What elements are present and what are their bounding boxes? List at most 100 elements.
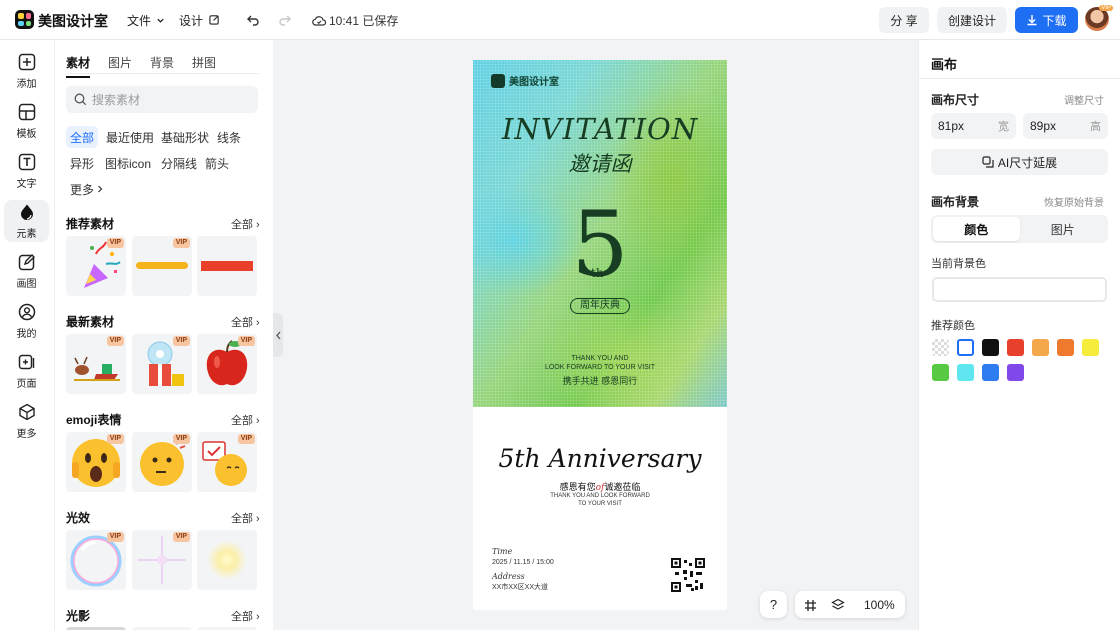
chevron-right-icon (98, 185, 103, 193)
material-emoji-chick-sign[interactable]: VIP (197, 432, 257, 492)
app-brand[interactable]: 美图设计室 (38, 11, 108, 31)
recommended-colors-label: 推荐颜色 (931, 320, 975, 332)
swatch-white[interactable] (957, 339, 974, 356)
chip-basic-shapes[interactable]: 基础形状 (157, 126, 213, 148)
poster-anniversary-en[interactable]: THANK YOU AND LOOK FORWARD TO YOUR VISIT (473, 492, 727, 508)
chip-dividers[interactable]: 分隔线 (157, 152, 201, 174)
poster-event-info[interactable]: Time 2025 / 11.15 / 15:00 Address XX市XX区… (492, 546, 554, 593)
material-red-bar[interactable] (197, 236, 257, 296)
material-snow-globe-gift[interactable]: VIP (132, 334, 192, 394)
rail-item-elements[interactable]: 元素 (4, 200, 49, 242)
material-party-popper[interactable]: VIP (66, 236, 126, 296)
poster-number-suffix[interactable]: th (591, 266, 604, 280)
chip-arrows[interactable]: 箭头 (201, 152, 233, 174)
swatch-green[interactable] (932, 364, 949, 381)
section-all-newest[interactable]: 全部 › (231, 314, 260, 330)
create-design-button[interactable]: 创建设计 (937, 7, 1007, 33)
rail-item-draw[interactable]: 画图 (4, 250, 49, 292)
poster-celebration-label[interactable]: 周年庆典 (570, 298, 630, 314)
poster-anniversary-title[interactable]: 5th Anniversary (473, 444, 727, 473)
chip-icons[interactable]: 图标icon (101, 152, 155, 174)
current-bg-color-field[interactable] (932, 277, 1107, 302)
swatch-blue[interactable] (982, 364, 999, 381)
swatch-transparent[interactable] (932, 339, 949, 356)
rail-item-mine[interactable]: 我的 (4, 300, 49, 342)
poster-thanks-en[interactable]: THANK YOU AND LOOK FORWARD TO YOUR VISIT (473, 354, 727, 372)
redo-button[interactable] (275, 10, 295, 30)
design-menu[interactable]: 设计 (179, 12, 220, 29)
rail-item-page[interactable]: 页面 (4, 350, 49, 392)
design-canvas[interactable]: 美图设计室 INVITATION 邀请函 5 th 周年庆典 THANK YOU… (473, 60, 727, 610)
material-panel: 素材 图片 背景 拼图 全部 最近使用 基础形状 线条 异形 图标icon 分隔… (55, 40, 273, 630)
rail-item-text[interactable]: 文字 (4, 150, 49, 192)
section-title-emoji: emoji表情 (66, 413, 122, 427)
canvas-size-label: 画布尺寸 (931, 93, 980, 107)
section-all-label: 全部 (231, 611, 253, 623)
tab-color[interactable]: 颜色 (933, 217, 1020, 241)
tab-collage[interactable]: 拼图 (192, 54, 216, 78)
rail-label: 页面 (16, 378, 37, 390)
tab-materials[interactable]: 素材 (66, 54, 91, 78)
chevron-left-icon (275, 331, 280, 339)
rail-item-more[interactable]: 更多 (4, 400, 49, 442)
poster-address-label: Address (492, 572, 525, 581)
material-red-apple[interactable]: VIP (197, 334, 257, 394)
search-box[interactable] (66, 86, 258, 113)
rail-item-add[interactable]: 添加 (4, 50, 49, 92)
chip-lines[interactable]: 线条 (213, 126, 245, 148)
restore-background-link[interactable]: 恢复原始背景 (1044, 194, 1104, 209)
vip-badge: VIP (106, 434, 124, 444)
zoom-level[interactable]: 100% (864, 598, 895, 612)
poster-thanks-cn[interactable]: 携手共进 感恩同行 (473, 374, 727, 387)
template-icon (18, 103, 35, 120)
chip-all[interactable]: 全部 (66, 126, 99, 148)
collapse-panel-button[interactable] (273, 313, 283, 357)
swatch-yellow[interactable] (1082, 339, 1099, 356)
section-all-light-shadow[interactable]: 全部 › (231, 608, 260, 624)
canvas-toolbar: 100% (795, 591, 905, 618)
material-glow[interactable] (197, 530, 257, 590)
width-field[interactable]: 81px 宽 (931, 113, 1016, 139)
poster-logo[interactable]: 美图设计室 (491, 73, 559, 88)
section-all-label: 全部 (231, 317, 253, 329)
grid-toggle-button[interactable] (800, 595, 820, 615)
material-yellow-stroke[interactable]: VIP (132, 236, 192, 296)
swatch-cyan[interactable] (957, 364, 974, 381)
poster-title-en[interactable]: INVITATION (473, 112, 727, 146)
chip-more[interactable]: 更多 (66, 178, 108, 200)
download-button[interactable]: 下载 (1015, 7, 1078, 33)
rail-item-template[interactable]: 模板 (4, 100, 49, 142)
layers-button[interactable] (828, 595, 848, 615)
section-all-light-effects[interactable]: 全部 › (231, 510, 260, 526)
chip-recent[interactable]: 最近使用 (102, 126, 158, 148)
chip-irregular[interactable]: 异形 (66, 152, 98, 174)
swatch-black[interactable] (982, 339, 999, 356)
height-field[interactable]: 89px 高 (1023, 113, 1108, 139)
material-bubble[interactable]: VIP (66, 530, 126, 590)
ai-resize-button[interactable]: AI尺寸延展 (931, 149, 1108, 175)
section-all-recommended[interactable]: 全部 › (231, 216, 260, 232)
material-sparkle[interactable]: VIP (132, 530, 192, 590)
help-button[interactable]: ? (760, 591, 787, 618)
material-reindeer-sleigh[interactable]: VIP (66, 334, 126, 394)
qr-code-icon[interactable] (671, 558, 705, 592)
avatar[interactable]: VIP (1085, 5, 1113, 31)
file-menu[interactable]: 文件 (127, 12, 165, 29)
resize-link[interactable]: 调整尺寸 (1064, 92, 1104, 107)
share-button[interactable]: 分 享 (879, 7, 929, 33)
swatch-light-orange[interactable] (1032, 339, 1049, 356)
swatch-purple[interactable] (1007, 364, 1024, 381)
search-input[interactable] (92, 92, 242, 107)
poster-title-cn[interactable]: 邀请函 (473, 148, 727, 178)
section-all-emoji[interactable]: 全部 › (231, 412, 260, 428)
tab-backgrounds[interactable]: 背景 (150, 54, 174, 78)
material-emoji-shocked[interactable]: VIP (66, 432, 126, 492)
tab-image[interactable]: 图片 (1020, 217, 1107, 241)
swatch-orange[interactable] (1057, 339, 1074, 356)
section-all-label: 全部 (231, 415, 253, 427)
material-emoji-thinking[interactable]: VIP (132, 432, 192, 492)
app-logo-icon[interactable] (15, 10, 34, 29)
tab-images[interactable]: 图片 (108, 54, 132, 78)
swatch-red[interactable] (1007, 339, 1024, 356)
undo-button[interactable] (243, 10, 263, 30)
